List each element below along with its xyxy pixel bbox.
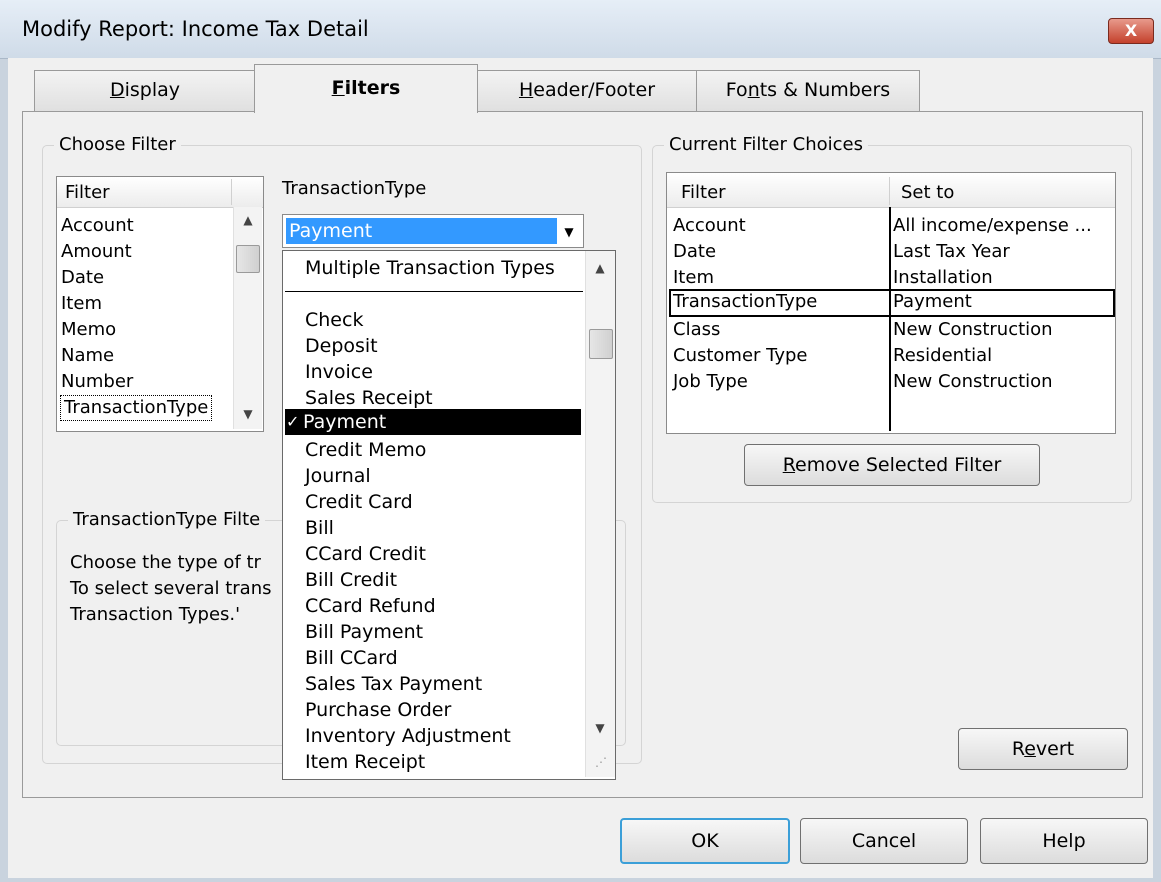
- tab-display[interactable]: Display: [34, 70, 256, 111]
- table-row[interactable]: Item Installation: [667, 265, 1115, 291]
- filter-list-header: Filter: [57, 177, 263, 208]
- filter-item-account[interactable]: Account: [61, 213, 134, 239]
- help-button[interactable]: Help: [980, 818, 1148, 864]
- close-icon: X: [1124, 21, 1138, 40]
- chevron-down-icon[interactable]: ▼: [559, 218, 579, 244]
- current-filters-table[interactable]: Filter Set to Account All income/expense…: [666, 172, 1116, 434]
- dropdown-scrollbar[interactable]: ▲ ▼ ⋰: [585, 251, 615, 777]
- filter-help-legend: TransactionType Filte: [68, 509, 266, 530]
- current-filters-header: Filter Set to: [667, 173, 1115, 208]
- filter-item-name[interactable]: Name: [61, 343, 114, 369]
- dropdown-item-ccard-refund[interactable]: CCard Refund: [305, 593, 436, 619]
- transaction-type-dropdown[interactable]: Multiple Transaction Types Check Deposit…: [282, 250, 616, 780]
- filter-item-transactiontype[interactable]: TransactionType: [60, 395, 213, 421]
- filter-help-text: Choose the type of tr To select several …: [70, 552, 272, 625]
- table-row[interactable]: Account All income/expense ...: [667, 213, 1115, 239]
- dropdown-separator: [285, 291, 583, 292]
- table-row[interactable]: Customer Type Residential: [667, 343, 1115, 369]
- scroll-thumb[interactable]: [589, 329, 613, 359]
- table-row-selected[interactable]: TransactionType Payment: [669, 289, 1115, 317]
- col-filter-label: Filter: [681, 182, 726, 203]
- checkmark-icon: ✓: [286, 412, 300, 431]
- transaction-type-label: TransactionType: [282, 178, 427, 199]
- filter-list[interactable]: Filter Account Amount Date Item Memo Nam…: [56, 176, 264, 432]
- dropdown-item-bill[interactable]: Bill: [305, 515, 334, 541]
- scroll-down-icon[interactable]: ▼: [591, 721, 609, 735]
- filter-item-memo[interactable]: Memo: [61, 317, 116, 343]
- dropdown-item-inventory-adjustment[interactable]: Inventory Adjustment: [305, 723, 511, 749]
- filter-item-amount[interactable]: Amount: [61, 239, 132, 265]
- filter-item-number[interactable]: Number: [61, 369, 133, 395]
- dropdown-item-purchase-order[interactable]: Purchase Order: [305, 697, 451, 723]
- current-filters-legend: Current Filter Choices: [664, 134, 868, 155]
- window-title: Modify Report: Income Tax Detail: [22, 17, 369, 41]
- filter-item-item[interactable]: Item: [61, 291, 102, 317]
- header-divider: [889, 177, 890, 205]
- filter-list-scrollbar[interactable]: ▲ ▼: [233, 207, 262, 429]
- scroll-up-icon[interactable]: ▲: [591, 261, 609, 275]
- dropdown-item-journal[interactable]: Journal: [305, 463, 371, 489]
- table-row[interactable]: Date Last Tax Year: [667, 239, 1115, 265]
- scroll-up-icon[interactable]: ▲: [239, 213, 257, 227]
- ok-button[interactable]: OK: [620, 818, 790, 864]
- tab-fonts-numbers[interactable]: Fonts & Numbers: [696, 70, 920, 111]
- remove-selected-filter-button[interactable]: Remove Selected Filter: [744, 444, 1040, 486]
- scroll-down-icon[interactable]: ▼: [239, 407, 257, 421]
- revert-button[interactable]: Revert: [958, 728, 1128, 770]
- dropdown-item-payment[interactable]: ✓ Payment: [285, 409, 581, 435]
- dropdown-multiple-types[interactable]: Multiple Transaction Types: [305, 255, 555, 281]
- dropdown-item-ccard-credit[interactable]: CCard Credit: [305, 541, 426, 567]
- dropdown-item-deposit[interactable]: Deposit: [305, 333, 378, 359]
- transaction-type-select[interactable]: Payment ▼: [282, 214, 584, 248]
- col-set-to-label: Set to: [901, 182, 955, 203]
- dropdown-item-sales-receipt[interactable]: Sales Receipt: [305, 385, 433, 411]
- dropdown-item-check[interactable]: Check: [305, 307, 363, 333]
- cancel-button[interactable]: Cancel: [800, 818, 968, 864]
- dropdown-item-item-receipt[interactable]: Item Receipt: [305, 749, 425, 775]
- dropdown-item-credit-memo[interactable]: Credit Memo: [305, 437, 426, 463]
- header-divider: [231, 179, 232, 205]
- dropdown-item-bill-ccard[interactable]: Bill CCard: [305, 645, 398, 671]
- dropdown-item-payment-label: Payment: [303, 411, 387, 433]
- dropdown-item-invoice[interactable]: Invoice: [305, 359, 373, 385]
- tab-header-footer[interactable]: Header/Footer: [476, 70, 698, 111]
- dropdown-item-bill-credit[interactable]: Bill Credit: [305, 567, 397, 593]
- resize-grip-icon[interactable]: ⋰: [592, 755, 610, 769]
- table-row[interactable]: Class New Construction: [667, 317, 1115, 343]
- filter-item-date[interactable]: Date: [61, 265, 104, 291]
- tab-filters[interactable]: Filters: [254, 64, 478, 113]
- table-row[interactable]: Job Type New Construction: [667, 369, 1115, 395]
- dropdown-item-credit-card[interactable]: Credit Card: [305, 489, 413, 515]
- dropdown-item-sales-tax-payment[interactable]: Sales Tax Payment: [305, 671, 482, 697]
- scroll-thumb[interactable]: [236, 245, 260, 273]
- choose-filter-legend: Choose Filter: [54, 134, 181, 155]
- dropdown-item-bill-payment[interactable]: Bill Payment: [305, 619, 423, 645]
- selected-value: Payment: [286, 218, 557, 244]
- close-button[interactable]: X: [1108, 18, 1154, 44]
- filter-column-label: Filter: [65, 182, 110, 203]
